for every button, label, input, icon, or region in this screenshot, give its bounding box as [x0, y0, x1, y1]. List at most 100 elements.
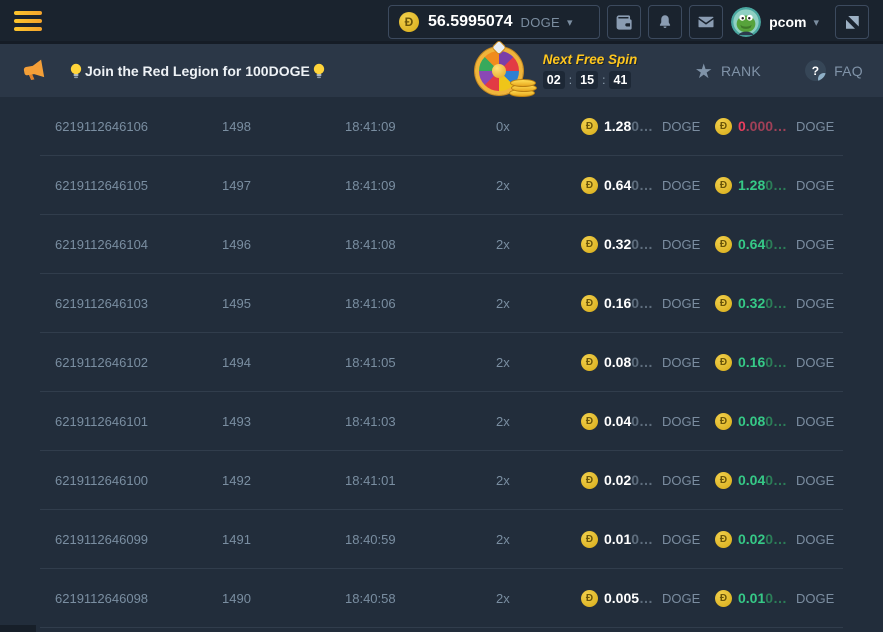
- bet-multiplier: 2x: [496, 473, 581, 488]
- bet-id: 6219112646101: [55, 414, 222, 429]
- doge-coin-icon: Đ: [715, 236, 732, 253]
- doge-coin-icon: Đ: [581, 413, 598, 430]
- bet-amount-cell: Đ 0.320… DOGE: [581, 236, 715, 253]
- bet-number: 1497: [222, 178, 345, 193]
- topbar: Đ 56.5995074 DOGE ▾ pcom: [0, 0, 883, 44]
- currency-label: DOGE: [662, 178, 700, 193]
- bulb-icon: [70, 63, 82, 80]
- bet-id: 6219112646099: [55, 532, 222, 547]
- bet-amount-cell: Đ 0.640… DOGE: [581, 177, 715, 194]
- bet-row[interactable]: 6219112646103 1495 18:41:06 2x Đ 0.160… …: [40, 274, 843, 333]
- profit-amount: 0.160…: [738, 354, 792, 370]
- bell-icon: [656, 13, 674, 31]
- bet-amount: 0.040…: [604, 413, 658, 429]
- chat-panel-button[interactable]: [835, 5, 869, 39]
- next-free-spin[interactable]: Next Free Spin 02 : 15 : 41: [543, 52, 651, 89]
- messages-button[interactable]: [689, 5, 723, 39]
- bet-row[interactable]: 6219112646099 1491 18:40:59 2x Đ 0.010… …: [40, 510, 843, 569]
- currency-label: DOGE: [662, 473, 700, 488]
- star-icon: ★: [695, 59, 713, 83]
- chevron-down-icon: ▾: [567, 16, 573, 29]
- bet-number: 1498: [222, 119, 345, 134]
- doge-coin-icon: Đ: [715, 295, 732, 312]
- bet-number: 1495: [222, 296, 345, 311]
- announce-right-cluster: Next Free Spin 02 : 15 : 41 ★ RANK ? FAQ: [475, 44, 863, 97]
- bet-time: 18:41:03: [345, 414, 496, 429]
- doge-coin-icon: Đ: [581, 590, 598, 607]
- profit-amount: 1.280…: [738, 177, 792, 193]
- bet-time: 18:40:58: [345, 591, 496, 606]
- wallet-button[interactable]: [607, 5, 641, 39]
- question-icon: ?: [805, 60, 826, 81]
- bet-time: 18:41:06: [345, 296, 496, 311]
- faq-link[interactable]: ? FAQ: [805, 60, 863, 81]
- currency-label: DOGE: [796, 296, 834, 311]
- profit-amount: 0.020…: [738, 531, 792, 547]
- bet-row[interactable]: 6219112646101 1493 18:41:03 2x Đ 0.040… …: [40, 392, 843, 451]
- bet-time: 18:41:01: [345, 473, 496, 488]
- bet-multiplier: 2x: [496, 355, 581, 370]
- bet-id: 6219112646103: [55, 296, 222, 311]
- doge-coin-icon: Đ: [715, 354, 732, 371]
- currency-label: DOGE: [796, 473, 834, 488]
- rank-link[interactable]: ★ RANK: [695, 59, 761, 83]
- chevron-down-icon[interactable]: ▾: [813, 16, 819, 29]
- bet-time: 18:40:59: [345, 532, 496, 547]
- faq-label: FAQ: [834, 63, 863, 79]
- bet-amount-cell: Đ 1.280… DOGE: [581, 118, 715, 135]
- bet-multiplier: 2x: [496, 296, 581, 311]
- bet-amount-cell: Đ 0.080… DOGE: [581, 354, 715, 371]
- currency-label: DOGE: [662, 296, 700, 311]
- profit-amount: 0.040…: [738, 472, 792, 488]
- currency-label: DOGE: [662, 414, 700, 429]
- profit-cell: Đ 0.020… DOGE: [715, 531, 843, 548]
- countdown-minutes: 15: [576, 71, 598, 89]
- menu-icon[interactable]: [14, 7, 42, 35]
- countdown-separator: :: [602, 73, 605, 87]
- user-area: pcom ▾: [731, 0, 869, 44]
- doge-coin-icon: Đ: [581, 177, 598, 194]
- bet-multiplier: 2x: [496, 414, 581, 429]
- doge-coin-icon: Đ: [715, 590, 732, 607]
- doge-coin-icon: Đ: [399, 12, 419, 32]
- bet-amount: 0.640…: [604, 177, 658, 193]
- profit-amount: 0.080…: [738, 413, 792, 429]
- avatar[interactable]: [731, 7, 761, 37]
- bet-row[interactable]: 6219112646098 1490 18:40:58 2x Đ 0.005… …: [40, 569, 843, 628]
- bet-row[interactable]: 6219112646102 1494 18:41:05 2x Đ 0.080… …: [40, 333, 843, 392]
- chat-panel-icon: [843, 13, 861, 31]
- currency-label: DOGE: [796, 532, 834, 547]
- currency-label: DOGE: [662, 355, 700, 370]
- username[interactable]: pcom: [769, 14, 806, 30]
- bet-number: 1490: [222, 591, 345, 606]
- bet-amount-cell: Đ 0.020… DOGE: [581, 472, 715, 489]
- announcement-message[interactable]: Join the Red Legion for 100DOGE: [67, 62, 328, 79]
- wallet-icon: [615, 13, 634, 32]
- countdown-seconds: 41: [609, 71, 631, 89]
- doge-coin-icon: Đ: [715, 472, 732, 489]
- bet-time: 18:41:09: [345, 178, 496, 193]
- notifications-button[interactable]: [648, 5, 682, 39]
- doge-coin-icon: Đ: [581, 354, 598, 371]
- bet-amount: 0.005…: [604, 590, 658, 606]
- profit-cell: Đ 0.160… DOGE: [715, 354, 843, 371]
- bet-multiplier: 2x: [496, 178, 581, 193]
- bet-amount: 0.010…: [604, 531, 658, 547]
- bets-table: 6219112646106 1498 18:41:09 0x Đ 1.280… …: [40, 97, 843, 628]
- profit-cell: Đ 0.010… DOGE: [715, 590, 843, 607]
- bet-time: 18:41:08: [345, 237, 496, 252]
- bet-row[interactable]: 6219112646104 1496 18:41:08 2x Đ 0.320… …: [40, 215, 843, 274]
- currency-label: DOGE: [662, 532, 700, 547]
- bet-time: 18:41:05: [345, 355, 496, 370]
- balance-selector[interactable]: Đ 56.5995074 DOGE ▾: [388, 5, 600, 39]
- doge-coin-icon: Đ: [581, 295, 598, 312]
- free-spin-wheel[interactable]: [475, 44, 535, 97]
- bet-row[interactable]: 6219112646106 1498 18:41:09 0x Đ 1.280… …: [40, 97, 843, 156]
- bet-number: 1493: [222, 414, 345, 429]
- bet-row[interactable]: 6219112646100 1492 18:41:01 2x Đ 0.020… …: [40, 451, 843, 510]
- doge-coin-icon: Đ: [581, 531, 598, 548]
- countdown-separator: :: [569, 73, 572, 87]
- doge-coin-icon: Đ: [715, 118, 732, 135]
- bet-row[interactable]: 6219112646105 1497 18:41:09 2x Đ 0.640… …: [40, 156, 843, 215]
- doge-coin-icon: Đ: [581, 236, 598, 253]
